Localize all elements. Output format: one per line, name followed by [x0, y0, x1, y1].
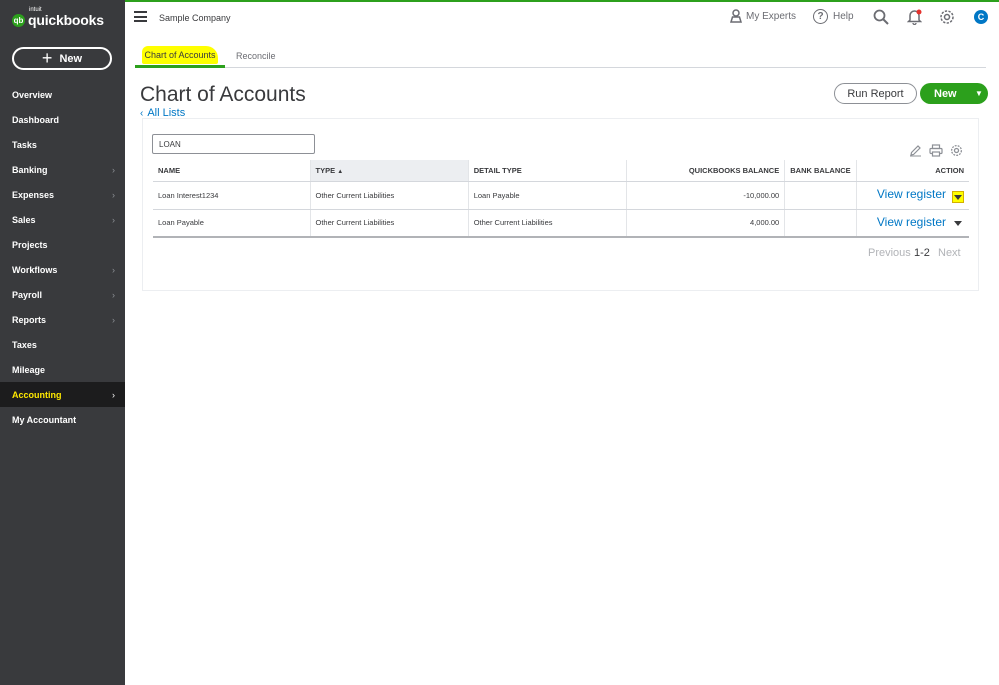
cell-quickbooks-balance: 4,000.00: [626, 209, 786, 238]
col-header-action: ACTION: [856, 160, 969, 182]
chevron-right-icon: ›: [112, 214, 115, 225]
cell-name: Loan Interest1234: [153, 181, 311, 210]
cell-type: Other Current Liabilities: [310, 181, 469, 210]
my-experts-button[interactable]: My Experts: [730, 9, 796, 23]
qb-logo-icon: qb: [12, 14, 25, 27]
chevron-left-icon: ‹: [140, 108, 144, 119]
company-name: Sample Company: [159, 13, 231, 23]
filter-input[interactable]: [152, 134, 315, 154]
bell-icon[interactable]: [907, 9, 922, 25]
print-icon[interactable]: [929, 144, 943, 157]
col-header-detail-type[interactable]: DETAIL TYPE: [468, 160, 627, 182]
sidebar-item-my-accountant[interactable]: My Accountant: [0, 407, 125, 432]
pagination-next[interactable]: Next: [938, 247, 961, 259]
cell-action: View register: [856, 181, 969, 210]
plus-icon: +: [41, 47, 53, 68]
chevron-right-icon: ›: [112, 389, 115, 400]
view-register-link[interactable]: View register: [877, 187, 946, 201]
cell-quickbooks-balance: -10,000.00: [626, 181, 786, 210]
sidebar-item-taxes[interactable]: Taxes: [0, 332, 125, 357]
sidebar: qb intuit quickbooks + New Overview Dash…: [0, 0, 125, 685]
sidebar-item-dashboard[interactable]: Dashboard: [0, 107, 125, 132]
pagination-range: 1-2: [914, 247, 930, 259]
col-header-name[interactable]: NAME: [153, 160, 311, 182]
sidebar-item-payroll[interactable]: Payroll ›: [0, 282, 125, 307]
sidebar-item-overview[interactable]: Overview: [0, 82, 125, 107]
sort-ascending-icon: ▲: [337, 168, 344, 175]
new-account-button[interactable]: New: [920, 88, 972, 100]
sidebar-nav: Overview Dashboard Tasks Banking › Expens…: [0, 82, 125, 432]
cell-detail-type: Loan Payable: [468, 181, 627, 210]
search-icon[interactable]: [873, 9, 889, 25]
help-button[interactable]: ? Help: [813, 9, 854, 24]
new-split-button[interactable]: New ▼: [920, 83, 988, 104]
help-label: Help: [833, 11, 854, 22]
page-title: Chart of Accounts: [140, 83, 306, 106]
person-icon: [730, 9, 742, 23]
tab-reconcile[interactable]: Reconcile: [236, 44, 276, 68]
logo-intuit-text: intuit: [29, 7, 42, 13]
tab-bar: Chart of Accounts Reconcile: [135, 44, 986, 68]
accounts-table: NAME TYPE ▲ DETAIL TYPE QUICKBOOKS BALAN…: [153, 160, 969, 238]
sidebar-item-banking[interactable]: Banking ›: [0, 157, 125, 182]
chevron-right-icon: ›: [112, 189, 115, 200]
pagination-previous[interactable]: Previous: [868, 247, 911, 259]
top-accent-bar: [0, 0, 999, 2]
cell-name: Loan Payable: [153, 209, 311, 238]
avatar[interactable]: C: [974, 10, 988, 24]
sidebar-item-workflows[interactable]: Workflows ›: [0, 257, 125, 282]
sidebar-new-label: New: [59, 52, 83, 65]
tab-chart-of-accounts[interactable]: Chart of Accounts: [135, 44, 225, 68]
col-header-type[interactable]: TYPE ▲: [310, 160, 469, 182]
col-header-quickbooks-balance[interactable]: QUICKBOOKS BALANCE: [626, 160, 786, 182]
table-row[interactable]: Loan Payable Other Current Liabilities O…: [153, 209, 969, 238]
quickbooks-logo[interactable]: qb intuit quickbooks: [12, 7, 104, 28]
sidebar-item-mileage[interactable]: Mileage: [0, 357, 125, 382]
my-experts-label: My Experts: [746, 10, 797, 22]
gear-icon[interactable]: [939, 9, 955, 25]
menu-icon[interactable]: [134, 11, 147, 22]
col-header-bank-balance[interactable]: BANK BALANCE: [784, 160, 857, 182]
action-dropdown-caret-icon[interactable]: [952, 190, 964, 203]
sidebar-item-sales[interactable]: Sales ›: [0, 207, 125, 232]
edit-icon[interactable]: [909, 144, 922, 157]
chevron-right-icon: ›: [112, 264, 115, 275]
sidebar-new-button[interactable]: + New: [12, 47, 112, 70]
chevron-right-icon: ›: [112, 164, 115, 175]
run-report-button[interactable]: Run Report: [834, 83, 917, 104]
sidebar-item-accounting[interactable]: Accounting ›: [0, 382, 125, 407]
all-lists-link[interactable]: ‹ All Lists: [140, 107, 185, 119]
table-row[interactable]: Loan Interest1234 Other Current Liabilit…: [153, 181, 969, 210]
cell-type: Other Current Liabilities: [310, 209, 469, 238]
table-header-row: NAME TYPE ▲ DETAIL TYPE QUICKBOOKS BALAN…: [153, 160, 969, 182]
cell-detail-type: Other Current Liabilities: [468, 209, 627, 238]
view-register-link[interactable]: View register: [877, 215, 946, 229]
chevron-right-icon: ›: [112, 314, 115, 325]
help-icon: ?: [813, 9, 828, 24]
action-dropdown-caret-icon[interactable]: [952, 218, 964, 230]
chevron-right-icon: ›: [112, 289, 115, 300]
cell-bank-balance: [784, 181, 857, 210]
settings-gear-icon[interactable]: [950, 144, 963, 157]
sidebar-item-expenses[interactable]: Expenses ›: [0, 182, 125, 207]
cell-bank-balance: [784, 209, 857, 238]
sidebar-item-projects[interactable]: Projects: [0, 232, 125, 257]
sidebar-item-tasks[interactable]: Tasks: [0, 132, 125, 157]
chevron-down-icon[interactable]: ▼: [972, 89, 983, 98]
cell-action: View register: [856, 209, 969, 238]
sidebar-item-reports[interactable]: Reports ›: [0, 307, 125, 332]
